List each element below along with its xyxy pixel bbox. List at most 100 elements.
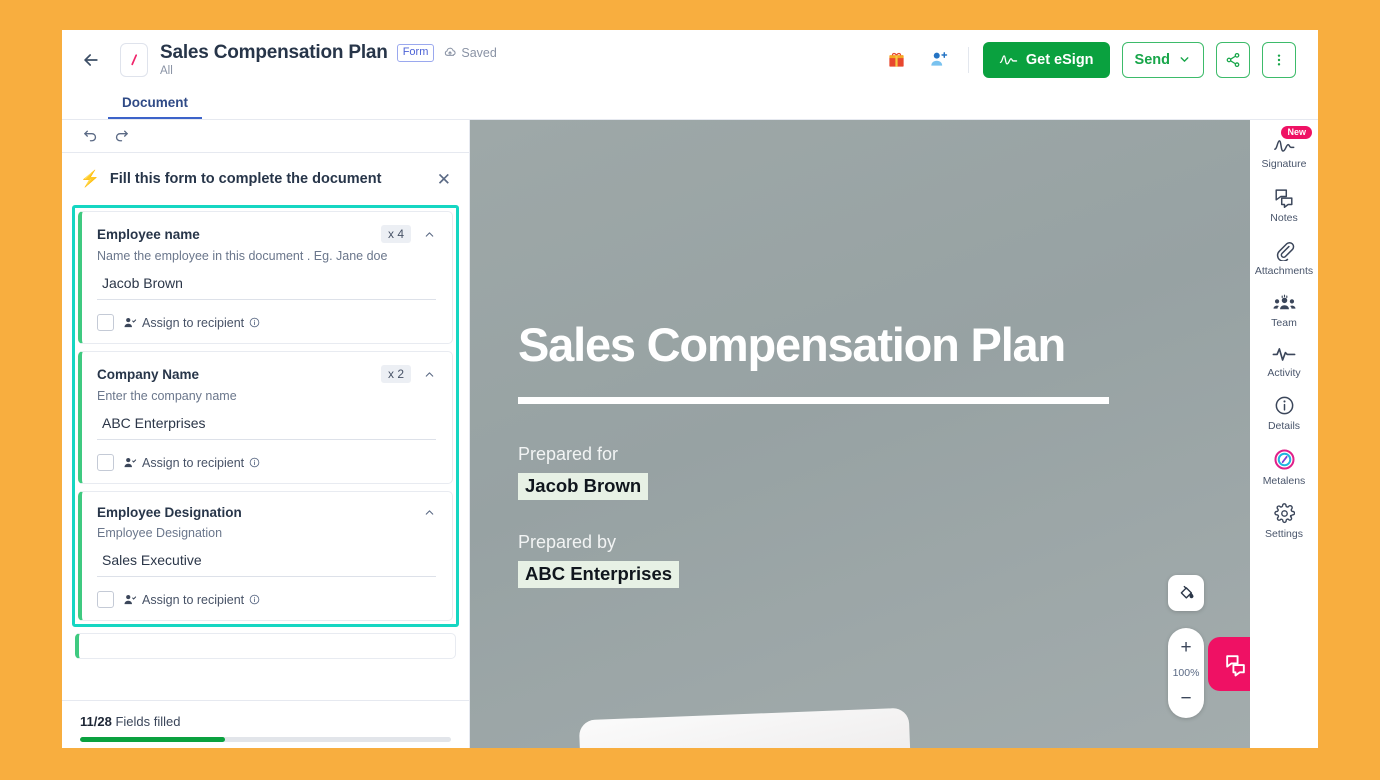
redo-button[interactable]: [113, 128, 130, 145]
field-input-employee-designation[interactable]: Sales Executive: [97, 552, 436, 577]
more-options-button[interactable]: [1262, 41, 1296, 78]
field-label: Employee name: [97, 226, 200, 242]
field-count-badge: x 2: [380, 365, 411, 383]
metalens-icon: [1273, 449, 1295, 470]
chat-button[interactable]: [1208, 637, 1250, 691]
zoom-out-button[interactable]: −: [1180, 686, 1191, 711]
team-icon: [1273, 294, 1295, 310]
field-card-employee-designation[interactable]: Employee Designation Employee Designatio…: [78, 491, 453, 621]
share-icon: [1226, 52, 1240, 67]
back-button[interactable]: [76, 45, 106, 75]
field-description: Name the employee in this document . Eg.…: [97, 249, 388, 263]
tab-bar: Document: [62, 89, 1318, 119]
arrow-left-icon: [84, 53, 98, 66]
sidebar-label: Team: [1271, 317, 1297, 329]
field-card-company-name[interactable]: Company Name x 2 Enter the company name …: [78, 351, 453, 484]
assign-row[interactable]: Assign to recipient: [97, 314, 436, 331]
sidebar-item-notes[interactable]: Notes: [1250, 177, 1318, 231]
assign-person-icon: [124, 457, 137, 467]
assign-checkbox[interactable]: [97, 454, 114, 471]
sidebar-label: Signature: [1261, 158, 1307, 170]
send-button[interactable]: Send: [1121, 41, 1204, 78]
tab-document[interactable]: Document: [108, 95, 203, 119]
sidebar-item-team[interactable]: Team: [1250, 284, 1318, 336]
page-subtitle: All: [160, 65, 173, 77]
activity-pulse-icon: [1272, 348, 1296, 361]
prepared-by-value[interactable]: ABC Enterprises: [518, 561, 680, 589]
field-input-company-name[interactable]: ABC Enterprises: [97, 415, 436, 440]
assign-label: Assign to recipient: [142, 455, 245, 470]
document-divider: [518, 397, 1110, 405]
sidebar-item-signature[interactable]: New Signature: [1250, 126, 1318, 177]
fill-color-button[interactable]: [1168, 575, 1204, 611]
document-logo: [120, 42, 148, 77]
progress-label: Fields filled: [115, 714, 181, 729]
progress-fill: [80, 737, 225, 742]
saved-status: Saved: [443, 46, 497, 60]
gear-icon: [1273, 503, 1295, 524]
assign-label-group: Assign to recipient: [123, 316, 260, 330]
field-count-badge: x 4: [380, 225, 411, 243]
zoom-in-button[interactable]: +: [1180, 635, 1191, 660]
assign-checkbox[interactable]: [97, 314, 114, 331]
lightning-bolt-icon: ⚡: [80, 171, 100, 188]
field-card-next-partial[interactable]: [75, 633, 456, 659]
sidebar-item-settings[interactable]: Settings: [1250, 494, 1318, 547]
zoom-controls[interactable]: + 100% −: [1168, 628, 1204, 718]
field-list[interactable]: Employee name x 4 Name the employee in t…: [62, 205, 469, 700]
info-circle-icon[interactable]: [249, 317, 260, 328]
add-person-button[interactable]: [924, 45, 954, 75]
toolbar-divider: [967, 46, 969, 73]
form-panel: ⚡ Fill this form to complete the documen…: [62, 120, 470, 748]
info-circle-icon[interactable]: [249, 457, 260, 468]
document-canvas[interactable]: Sales Compensation Plan Prepared for Jac…: [470, 120, 1250, 748]
gift-button[interactable]: [882, 45, 912, 75]
cloud-upload-icon: [445, 47, 456, 56]
top-bar: Sales Compensation Plan Form Saved All G…: [62, 30, 1318, 89]
assign-label-group: Assign to recipient: [123, 593, 260, 607]
paperclip-icon: [1276, 241, 1294, 261]
form-panel-title: Fill this form to complete the document: [109, 171, 382, 187]
chevron-up-icon[interactable]: [423, 368, 436, 381]
paint-bucket-icon: [1180, 585, 1194, 599]
sidebar-item-activity[interactable]: Activity: [1250, 336, 1318, 386]
prepared-for-label: Prepared for: [518, 444, 619, 465]
sidebar-item-details[interactable]: Details: [1250, 386, 1318, 439]
sidebar-label: Details: [1267, 420, 1301, 432]
zoom-level-label: 100%: [1172, 667, 1200, 679]
get-esign-button[interactable]: Get eSign: [982, 41, 1110, 78]
undo-redo-bar: [62, 120, 469, 152]
sidebar-item-attachments[interactable]: Attachments: [1250, 231, 1318, 284]
chevron-up-icon[interactable]: [423, 228, 436, 241]
document-page: Sales Compensation Plan Prepared for Jac…: [470, 120, 1250, 748]
sidebar-label: Notes: [1270, 212, 1298, 224]
assign-row[interactable]: Assign to recipient: [97, 591, 436, 608]
field-card-employee-name[interactable]: Employee name x 4 Name the employee in t…: [78, 211, 453, 344]
document-content: Sales Compensation Plan Prepared for Jac…: [518, 320, 1190, 589]
assign-checkbox[interactable]: [97, 591, 114, 608]
share-button[interactable]: [1216, 41, 1250, 78]
progress-text: 11/28 Fields filled: [80, 714, 451, 729]
close-panel-button[interactable]: ✕: [437, 171, 451, 188]
undo-button[interactable]: [82, 128, 99, 145]
assign-person-icon: [124, 317, 137, 327]
field-description: Enter the company name: [97, 389, 237, 403]
field-label: Employee Designation: [97, 505, 242, 520]
undo-icon: [84, 130, 97, 141]
prepared-for-value[interactable]: Jacob Brown: [518, 473, 649, 501]
redo-icon: [115, 130, 128, 141]
prepared-by-label: Prepared by: [518, 532, 617, 553]
new-badge: New: [1281, 126, 1312, 139]
info-circle-icon[interactable]: [249, 594, 260, 605]
field-input-employee-name[interactable]: Jacob Brown: [97, 275, 436, 300]
sidebar-item-metalens[interactable]: Metalens: [1250, 439, 1318, 494]
assign-label: Assign to recipient: [142, 592, 245, 607]
assign-label-group: Assign to recipient: [123, 456, 260, 470]
form-chip: Form: [396, 44, 435, 62]
sidebar-label: Settings: [1265, 528, 1303, 540]
assign-row[interactable]: Assign to recipient: [97, 454, 436, 471]
get-esign-label: Get eSign: [1025, 51, 1094, 68]
decorative-marble-shape: [578, 707, 912, 748]
assign-person-icon: [124, 594, 137, 604]
chevron-up-icon[interactable]: [423, 506, 436, 519]
